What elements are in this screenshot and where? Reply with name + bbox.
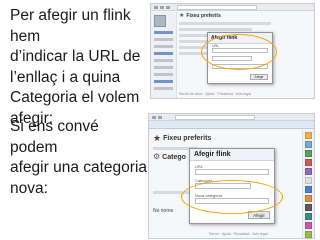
address-bar [177,5,257,10]
back-icon [152,116,156,119]
star-icon: ★ [153,133,162,143]
dialog-title: Afegir flink [190,149,274,161]
address-bar [175,115,255,120]
screenshot-add-flink: ★ Fixeu preferits Afegir flink URL Afegi… [150,3,315,99]
caption-bottom: Si ens convé podem afegir una categoria … [10,118,148,197]
screenshot-new-category: ★ Fixeu preferits ⚙ Catego No nome Afegi… [148,113,315,239]
back-icon [154,6,158,9]
star-icon: ★ [179,13,185,19]
browser-toolbar [149,114,314,121]
add-button[interactable]: Afegir [250,74,268,80]
caption-top: Per afegir un flink hem d’indicar la URL… [10,7,141,127]
footer: Servei de fotos · Ajuda · Privadesa · Av… [179,92,251,96]
forward-icon [158,116,162,119]
highlight-new-category [181,180,283,214]
gear-icon: ⚙ [153,152,161,161]
url-input[interactable] [195,169,269,175]
notification-bar [149,121,314,129]
section-title: Fixeu preferits [186,13,221,19]
app-icon-panel [302,130,314,238]
reload-icon [166,6,170,9]
browser-toolbar [151,4,314,11]
sidebar [151,12,177,98]
footer: Servei · Ajuda · Privadesa · Avís legal [209,232,268,236]
category-heading: Catego [162,153,186,161]
highlight-url-and-category [201,34,277,70]
section-title: Fixeu preferits [163,135,212,142]
avatar [154,15,166,27]
forward-icon [160,6,164,9]
